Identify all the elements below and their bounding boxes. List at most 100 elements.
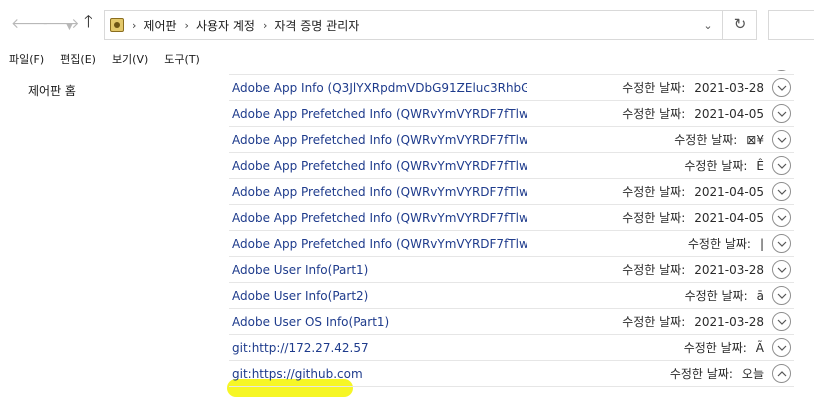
credential-name: Adobe User OS Info(Part1) xyxy=(232,315,390,329)
modified-date: Ê xyxy=(756,159,764,173)
address-toolbar: 🡐 🡒 ▼ 🡑 › 제어판 › 사용자 계정 › 자격 증명 관리자 ⌄ ↻ xyxy=(0,0,814,48)
forward-button[interactable]: 🡒 xyxy=(42,14,80,34)
menu-file[interactable]: 파일(F) xyxy=(0,50,52,70)
expand-icon[interactable] xyxy=(772,338,791,357)
credential-name: Adobe App Prefetched Info (QWRvYmVYRDF7f… xyxy=(232,133,527,147)
modified-date: 2021-03-28 xyxy=(694,81,764,95)
credential-modified: 수정한 날짜: 2021-04-05 xyxy=(622,205,764,231)
modified-label: 수정한 날짜: xyxy=(622,263,686,277)
credential-modified: 수정한 날짜: ā xyxy=(685,283,764,309)
credential-modified: 수정한 날짜: 2021-03-28 xyxy=(622,75,764,101)
credential-name: Adobe App Info (Q3JlYXRpdmVDbG91ZEluc3Rh… xyxy=(232,58,527,69)
expand-icon[interactable] xyxy=(772,260,791,279)
credential-row[interactable]: git:http://172.27.42.57 수정한 날짜: Ã xyxy=(229,335,794,361)
menu-edit[interactable]: 편집(E) xyxy=(52,50,104,70)
modified-date: 2021-04-05 xyxy=(694,211,764,225)
credential-modified: 수정한 날짜: Ã xyxy=(684,335,764,361)
credential-list: Adobe App Info (Q3JlYXRpdmVDbG91ZEluc3Rh… xyxy=(229,58,794,401)
breadcrumb-chevron-icon[interactable]: › xyxy=(185,19,189,32)
credential-row[interactable]: git:https://github.com 수정한 날짜: 오늘 xyxy=(229,361,794,387)
modified-label: 수정한 날짜: xyxy=(683,341,747,355)
search-input[interactable] xyxy=(768,10,814,40)
credential-modified: 수정한 날짜: ⊠¥ xyxy=(674,127,764,153)
modified-label: 수정한 날짜: xyxy=(622,185,686,199)
breadcrumb-item-control-panel[interactable]: 제어판 xyxy=(143,17,176,34)
breadcrumb-chevron-icon[interactable]: › xyxy=(132,19,136,32)
address-dropdown-icon[interactable]: ⌄ xyxy=(694,19,722,32)
modified-label: 수정한 날짜: xyxy=(622,211,686,225)
credential-name: Adobe App Prefetched Info (QWRvYmVYRDF7f… xyxy=(232,211,527,225)
credential-name: git:https://github.com xyxy=(232,367,363,381)
credential-modified: 수정한 날짜: 2021-04-05 xyxy=(622,101,764,127)
modified-date: | xyxy=(759,237,764,251)
menu-view[interactable]: 보기(V) xyxy=(104,50,156,70)
modified-label: 수정한 날짜: xyxy=(622,81,686,95)
credential-name: Adobe User Info(Part2) xyxy=(232,289,369,303)
credential-modified: 수정한 날짜: 2021-04-05 xyxy=(622,179,764,205)
credential-row[interactable]: Adobe App Prefetched Info (QWRvYmVYRDF7f… xyxy=(229,179,794,205)
credential-modified: 수정한 날짜: | xyxy=(688,231,764,257)
credential-modified: 수정한 날짜: 2021-03-28 xyxy=(622,309,764,335)
expand-icon[interactable] xyxy=(772,58,791,71)
credential-name: Adobe App Info (Q3JlYXRpdmVDbG91ZEluc3Rh… xyxy=(232,81,527,95)
expand-icon[interactable] xyxy=(772,130,791,149)
modified-label: 수정한 날짜: xyxy=(687,237,751,251)
modified-label: 수정한 날짜: xyxy=(687,58,751,69)
credential-row[interactable]: Adobe User Info(Part2) 수정한 날짜: ā xyxy=(229,283,794,309)
credential-row[interactable]: Adobe User Info(Part1) 수정한 날짜: 2021-03-28 xyxy=(229,257,794,283)
menu-bar: 파일(F) 편집(E) 보기(V) 도구(T) xyxy=(0,50,208,70)
credential-name: Adobe App Prefetched Info (QWRvYmVYRDF7f… xyxy=(232,107,527,121)
up-button[interactable]: 🡑 xyxy=(84,12,93,32)
modified-label: 수정한 날짜: xyxy=(674,133,738,147)
modified-label: 수정한 날짜: xyxy=(684,289,748,303)
modified-label: 수정한 날짜: xyxy=(684,159,748,173)
expand-icon[interactable] xyxy=(772,312,791,331)
breadcrumb-item-credential-manager[interactable]: 자격 증명 관리자 xyxy=(274,17,359,34)
breadcrumb-chevron-icon[interactable]: › xyxy=(263,19,267,32)
modified-date: ā xyxy=(756,289,764,303)
control-panel-home-link[interactable]: 제어판 홈 xyxy=(28,82,76,99)
expand-icon[interactable] xyxy=(772,234,791,253)
modified-date: ⊠¥ xyxy=(746,133,764,147)
credential-name: Adobe User Info(Part1) xyxy=(232,263,369,277)
collapse-icon[interactable] xyxy=(772,364,791,383)
refresh-button[interactable]: ↻ xyxy=(722,10,757,40)
expand-icon[interactable] xyxy=(772,182,791,201)
credential-name: git:http://172.27.42.57 xyxy=(232,341,369,355)
modified-date: 오늘 xyxy=(741,367,764,381)
expand-icon[interactable] xyxy=(772,78,791,97)
credential-modified: 수정한 날짜: Ê xyxy=(684,153,764,179)
credential-modified: 수정한 날짜: 오늘 xyxy=(670,361,764,387)
recent-locations-button[interactable]: ▼ xyxy=(66,17,73,37)
modified-date: 2021-03-28 xyxy=(694,263,764,277)
credential-modified: 수정한 날짜: 2021-03-28 xyxy=(622,257,764,283)
credential-name: Adobe App Prefetched Info (QWRvYmVYRDF7f… xyxy=(232,185,527,199)
credential-row[interactable]: Adobe App Info (Q3JlYXRpdmVDbG91ZEluc3Rh… xyxy=(229,75,794,101)
credential-modified: 수정한 날짜: | xyxy=(688,58,764,75)
menu-tools[interactable]: 도구(T) xyxy=(156,50,208,70)
credential-name: Adobe App Prefetched Info (QWRvYmVYRDF7f… xyxy=(232,237,527,251)
expand-icon[interactable] xyxy=(772,286,791,305)
breadcrumb-item-user-accounts[interactable]: 사용자 계정 xyxy=(196,17,255,34)
modified-date: Ã xyxy=(755,341,764,355)
modified-date: | xyxy=(759,58,764,69)
credential-row[interactable]: Adobe App Prefetched Info (QWRvYmVYRDF7f… xyxy=(229,127,794,153)
credential-row[interactable]: Adobe App Prefetched Info (QWRvYmVYRDF7f… xyxy=(229,205,794,231)
credential-row[interactable]: Adobe App Prefetched Info (QWRvYmVYRDF7f… xyxy=(229,153,794,179)
address-bar[interactable]: › 제어판 › 사용자 계정 › 자격 증명 관리자 ⌄ xyxy=(104,10,757,40)
credential-row[interactable]: Adobe User OS Info(Part1) 수정한 날짜: 2021-03-… xyxy=(229,309,794,335)
credential-row[interactable]: Adobe App Prefetched Info (QWRvYmVYRDF7f… xyxy=(229,231,794,257)
modified-date: 2021-04-05 xyxy=(694,185,764,199)
credential-row[interactable]: Adobe App Prefetched Info (QWRvYmVYRDF7f… xyxy=(229,101,794,127)
modified-date: 2021-03-28 xyxy=(694,315,764,329)
expand-icon[interactable] xyxy=(772,156,791,175)
modified-label: 수정한 날짜: xyxy=(669,367,733,381)
expand-icon[interactable] xyxy=(772,208,791,227)
modified-date: 2021-04-05 xyxy=(694,107,764,121)
control-panel-icon xyxy=(110,18,124,32)
credential-row[interactable]: Adobe App Info (Q3JlYXRpdmVDbG91ZEluc3Rh… xyxy=(229,58,794,75)
modified-label: 수정한 날짜: xyxy=(622,315,686,329)
expand-icon[interactable] xyxy=(772,104,791,123)
modified-label: 수정한 날짜: xyxy=(622,107,686,121)
credential-name: Adobe App Prefetched Info (QWRvYmVYRDF7f… xyxy=(232,159,527,173)
